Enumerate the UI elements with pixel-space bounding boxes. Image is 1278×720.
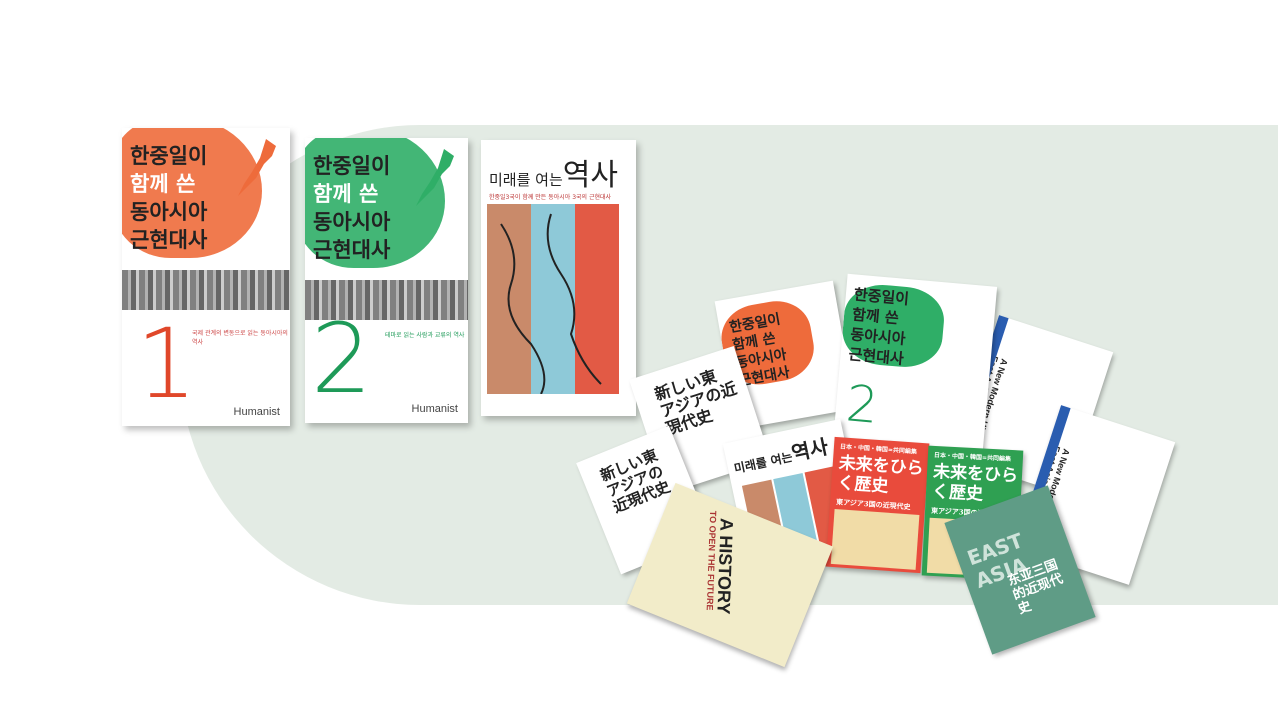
book-cover-kr-green[interactable]: 한중일이 함께 쓴 동아시아 근현대사 2 — [832, 273, 998, 457]
book-title: 한중일이 함께 쓴 동아시아 근현대사 — [313, 154, 391, 262]
book-title: 한중일이 함께 쓴 동아시아 근현대사 — [130, 144, 208, 252]
publisher-label: Humanist — [233, 406, 280, 418]
historical-photo-strip — [122, 270, 290, 310]
japan-map-icon — [238, 139, 276, 196]
book-cover-volume-1[interactable]: 한중일이 함께 쓴 동아시아 근현대사 1 국제 관계의 변동으로 읽는 동아시… — [122, 128, 290, 426]
volume-number: 2 — [311, 303, 373, 415]
book-subtitle: 한중일3국이 함께 만든 동아시아 3국의 근현대사 — [489, 194, 612, 201]
international-editions-collage: A New Modern History of East Asia A New … — [576, 270, 1185, 670]
japan-map-icon — [416, 149, 454, 206]
book-subtitle: 테마로 읽는 사람과 교류의 역사 — [385, 332, 465, 339]
book-cover-future-history-red[interactable]: 日本・中国・韓国=共同編集 未来をひらく歴史 東アジア3国の近現代史 — [825, 436, 930, 574]
book-cover-volume-2[interactable]: 한중일이 함께 쓴 동아시아 근현대사 2 테마로 읽는 사람과 교류의 역사 … — [305, 138, 468, 423]
volume-number: 1 — [136, 308, 198, 420]
book-title: 미래를 여는역사 — [489, 158, 618, 193]
publisher-label: Humanist — [411, 403, 458, 415]
book-subtitle: 국제 관계의 변동으로 읽는 동아시아의 역사 — [192, 330, 288, 346]
